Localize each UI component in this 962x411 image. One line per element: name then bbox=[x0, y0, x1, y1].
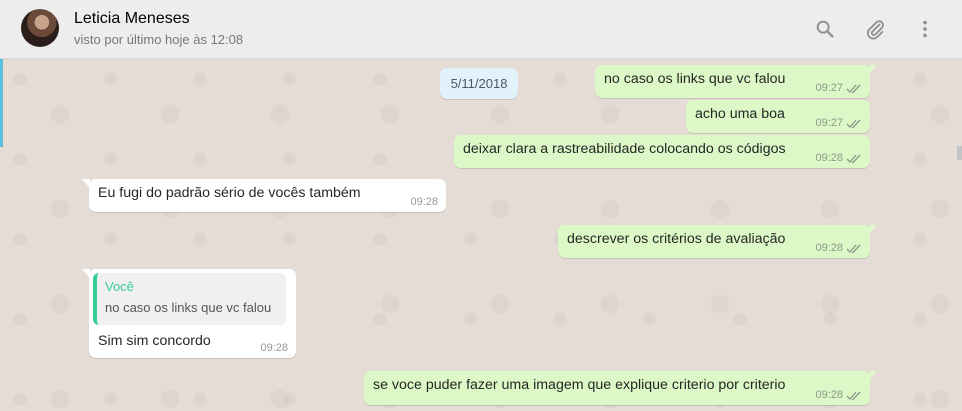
message-time: 09:27 bbox=[815, 117, 843, 129]
quoted-message[interactable]: Você no caso os links que vc falou bbox=[93, 273, 286, 325]
bubble-tail bbox=[869, 371, 877, 380]
bubble-tail bbox=[82, 269, 90, 278]
message-out[interactable]: se voce puder fazer uma imagem que expli… bbox=[364, 371, 877, 405]
read-receipt-icon bbox=[846, 83, 862, 94]
quoted-text: no caso os links que vc falou bbox=[105, 300, 272, 315]
message-time: 09:28 bbox=[410, 196, 438, 208]
quoted-author: Você bbox=[105, 279, 134, 294]
avatar[interactable] bbox=[21, 9, 59, 47]
bubble-tail bbox=[869, 65, 877, 74]
bubble-tail bbox=[82, 179, 90, 188]
date-chip: 5/11/2018 bbox=[440, 68, 518, 99]
message-text: se voce puder fazer uma imagem que expli… bbox=[373, 377, 786, 393]
message-meta: 09:28 bbox=[260, 342, 288, 354]
read-receipt-icon bbox=[846, 243, 862, 254]
message-text: Sim sim concordo bbox=[98, 333, 211, 349]
message-meta: 09:28 bbox=[815, 242, 862, 254]
scrollbar-thumb[interactable] bbox=[957, 146, 962, 160]
message-time: 09:28 bbox=[260, 342, 288, 354]
message-time: 09:28 bbox=[815, 242, 843, 254]
message-out[interactable]: descrever os critérios de avaliação 09:2… bbox=[558, 225, 877, 258]
message-out[interactable]: acho uma boa 09:27 bbox=[686, 100, 870, 133]
message-time: 09:28 bbox=[815, 152, 843, 164]
chat-header: Leticia Meneses visto por último hoje às… bbox=[0, 0, 962, 59]
read-receipt-icon bbox=[846, 390, 862, 401]
read-receipt-icon bbox=[846, 118, 862, 129]
message-out[interactable]: no caso os links que vc falou 09:27 bbox=[595, 65, 877, 98]
message-meta: 09:28 bbox=[410, 196, 438, 208]
message-meta: 09:28 bbox=[815, 152, 862, 164]
message-text: acho uma boa bbox=[695, 106, 785, 122]
message-text: Eu fugi do padrão sério de vocês também bbox=[98, 185, 361, 201]
message-in-reply[interactable]: Você no caso os links que vc falou Sim s… bbox=[82, 269, 296, 358]
paperclip-icon[interactable] bbox=[864, 18, 886, 40]
message-out[interactable]: deixar clara a rastreabilidade colocando… bbox=[454, 135, 870, 168]
message-meta: 09:28 bbox=[815, 389, 862, 401]
message-time: 09:27 bbox=[815, 82, 843, 94]
message-text: descrever os critérios de avaliação bbox=[567, 231, 786, 247]
panel-divider bbox=[0, 59, 3, 147]
last-seen-status: visto por último hoje às 12:08 bbox=[74, 32, 244, 47]
search-icon[interactable] bbox=[814, 18, 836, 40]
message-in[interactable]: Eu fugi do padrão sério de vocês também … bbox=[82, 179, 446, 212]
message-meta: 09:27 bbox=[815, 117, 862, 129]
message-text: deixar clara a rastreabilidade colocando… bbox=[463, 141, 786, 157]
more-options-icon[interactable] bbox=[914, 18, 936, 40]
read-receipt-icon bbox=[846, 153, 862, 164]
message-meta: 09:27 bbox=[815, 82, 862, 94]
bubble-tail bbox=[869, 225, 877, 234]
contact-name[interactable]: Leticia Meneses bbox=[74, 10, 190, 28]
message-text: no caso os links que vc falou bbox=[604, 71, 786, 87]
message-time: 09:28 bbox=[815, 389, 843, 401]
